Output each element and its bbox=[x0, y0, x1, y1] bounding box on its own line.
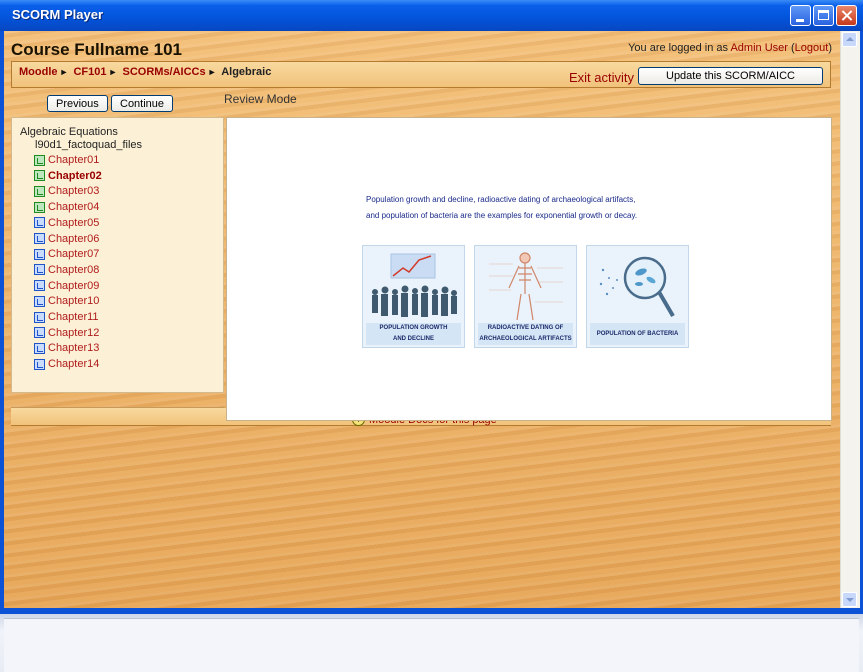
background-window bbox=[4, 618, 859, 672]
toc-root-item: Algebraic Equations bbox=[20, 126, 118, 138]
toc-item-label: Chapter14 bbox=[48, 358, 100, 371]
continue-button[interactable]: Continue bbox=[111, 95, 174, 112]
not-attempted-status-icon bbox=[34, 358, 45, 370]
breadcrumb-moodle[interactable]: Moodle bbox=[19, 66, 58, 78]
toc-item[interactable]: Chapter06 bbox=[34, 232, 99, 246]
scroll-down-arrow-icon[interactable] bbox=[842, 592, 857, 607]
user-link[interactable]: Admin User bbox=[730, 42, 787, 54]
toc-item-label: Chapter04 bbox=[48, 201, 100, 214]
scroll-up-arrow-icon[interactable] bbox=[842, 32, 857, 47]
toc-item[interactable]: Chapter02 bbox=[34, 169, 102, 183]
not-attempted-status-icon bbox=[34, 295, 45, 307]
radioactive-dating-card: RADIOACTIVE DATING OF ARCHAEOLOGICAL ARTI… bbox=[474, 245, 577, 348]
toc-item-label: Chapter09 bbox=[48, 279, 100, 292]
toc-item[interactable]: Chapter07 bbox=[34, 247, 99, 261]
toc-files-item: l90d1_factoquad_files bbox=[35, 139, 143, 151]
title-bar[interactable] bbox=[0, 0, 863, 31]
maximize-icon bbox=[814, 6, 833, 25]
toc-item-label: Chapter12 bbox=[48, 326, 100, 339]
toc-item[interactable]: Chapter08 bbox=[34, 263, 99, 277]
card-caption-line-1: RADIOACTIVE DATING OF bbox=[487, 325, 564, 331]
content-line-2: and population of bacteria are the examp… bbox=[366, 211, 638, 220]
breadcrumb-separator-icon: ► bbox=[108, 67, 118, 77]
not-attempted-status-icon bbox=[34, 264, 45, 276]
previous-button[interactable]: Previous bbox=[47, 95, 108, 112]
toc-item[interactable]: Chapter03 bbox=[34, 184, 99, 198]
content-text: Population growth and decline, radioacti… bbox=[366, 192, 666, 224]
population-growth-card: POPULATION GROWTH AND DECLINE bbox=[362, 245, 465, 348]
toc-item-label: Chapter10 bbox=[48, 295, 100, 308]
toc-item[interactable]: Chapter11 bbox=[34, 310, 99, 324]
not-attempted-status-icon bbox=[34, 217, 45, 229]
bacteria-card: POPULATION OF BACTERIA bbox=[586, 245, 689, 348]
toc-footer bbox=[11, 395, 224, 408]
card-caption-line-2: ARCHAEOLOGICAL ARTIFACTS bbox=[479, 336, 572, 342]
toc-item[interactable]: Chapter04 bbox=[34, 200, 99, 214]
vertical-scrollbar[interactable] bbox=[840, 31, 860, 608]
not-attempted-status-icon bbox=[34, 342, 45, 354]
minimize-icon bbox=[791, 6, 810, 25]
minimize-button[interactable] bbox=[790, 5, 811, 26]
breadcrumb-scorms[interactable]: SCORMs/AICCs bbox=[123, 66, 206, 78]
toc-item-label: Chapter11 bbox=[48, 311, 99, 323]
toc-item[interactable]: Chapter13 bbox=[34, 341, 99, 355]
toc-item-label: Chapter06 bbox=[48, 232, 100, 245]
update-scorm-button[interactable]: Update this SCORM/AICC bbox=[638, 67, 823, 85]
completed-status-icon bbox=[34, 170, 45, 182]
card-caption: POPULATION OF BACTERIA bbox=[590, 323, 685, 345]
logout-link[interactable]: Logout bbox=[795, 42, 829, 54]
not-attempted-status-icon bbox=[34, 248, 45, 260]
login-info: You are logged in as Admin User (Logout) bbox=[628, 42, 832, 54]
logout-open: ( bbox=[787, 42, 795, 54]
magnifier-bacteria-image bbox=[599, 256, 675, 318]
skeleton-image bbox=[489, 252, 563, 321]
maximize-button[interactable] bbox=[813, 5, 834, 26]
breadcrumb-separator-icon: ► bbox=[207, 67, 217, 77]
toc-item[interactable]: Chapter10 bbox=[34, 294, 99, 308]
review-mode-label: Review Mode bbox=[224, 92, 297, 106]
close-icon bbox=[837, 6, 856, 25]
card-caption: RADIOACTIVE DATING OF ARCHAEOLOGICAL ARTI… bbox=[478, 323, 573, 345]
completed-status-icon bbox=[34, 154, 45, 166]
completed-status-icon bbox=[34, 185, 45, 197]
toc-item[interactable]: Chapter12 bbox=[34, 326, 99, 340]
card-caption-line-1: POPULATION OF BACTERIA bbox=[596, 331, 679, 337]
course-title: Course Fullname 101 bbox=[11, 40, 183, 59]
window-title: SCORM Player bbox=[12, 7, 104, 22]
not-attempted-status-icon bbox=[34, 233, 45, 244]
breadcrumb-course[interactable]: CF101 bbox=[73, 66, 106, 78]
toc-item-label: Chapter02 bbox=[48, 169, 102, 182]
toc-item-label: Chapter08 bbox=[48, 263, 100, 276]
login-prefix: You are logged in as bbox=[628, 42, 731, 54]
population-growth-image bbox=[372, 253, 457, 317]
toc-item[interactable]: Chapter01 bbox=[34, 153, 99, 167]
breadcrumb-separator-icon: ► bbox=[59, 67, 69, 77]
breadcrumb-current: Algebraic bbox=[221, 66, 272, 78]
toc-item-label: Chapter05 bbox=[48, 216, 100, 229]
card-caption-line-1: POPULATION GROWTH bbox=[379, 325, 448, 331]
toc-item[interactable]: Chapter09 bbox=[34, 279, 99, 293]
card-caption-line-2: AND DECLINE bbox=[392, 336, 434, 342]
toc-item-label: Chapter07 bbox=[48, 248, 100, 261]
toc-item-label: Chapter03 bbox=[48, 185, 100, 198]
toc-item-label: Chapter13 bbox=[48, 342, 100, 355]
toc-item[interactable]: Chapter05 bbox=[34, 216, 99, 230]
card-caption: POPULATION GROWTH AND DECLINE bbox=[366, 323, 461, 345]
not-attempted-status-icon bbox=[34, 327, 45, 339]
close-button[interactable] bbox=[836, 5, 857, 26]
not-attempted-status-icon bbox=[34, 280, 45, 292]
completed-status-icon bbox=[34, 201, 45, 213]
logout-close: ) bbox=[828, 42, 832, 54]
breadcrumb: Moodle ► CF101 ► SCORMs/AICCs ► Algebraic bbox=[19, 66, 271, 78]
toc-item-label: Chapter01 bbox=[48, 154, 100, 166]
not-attempted-status-icon bbox=[34, 311, 45, 323]
exit-activity-link[interactable]: Exit activity bbox=[569, 70, 634, 85]
content-line-1: Population growth and decline, radioacti… bbox=[366, 195, 636, 204]
toc-item[interactable]: Chapter14 bbox=[34, 357, 99, 371]
